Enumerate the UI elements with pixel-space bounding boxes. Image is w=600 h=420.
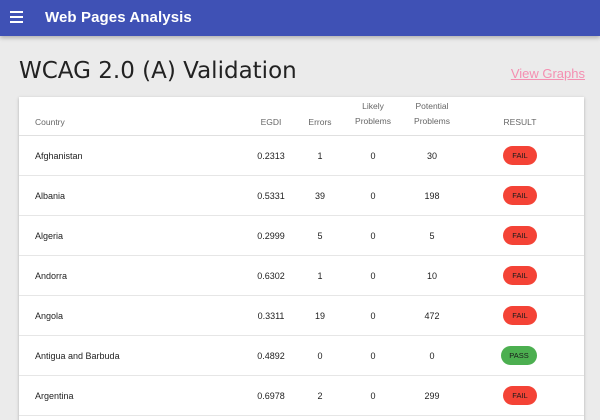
page-title: WCAG 2.0 (A) Validation xyxy=(19,58,297,84)
pass-badge[interactable]: PASS xyxy=(501,346,537,365)
cell-errors: 2 xyxy=(317,391,323,401)
cell-country: Andorra xyxy=(35,271,68,281)
table-row: Angola 0.3311 19 0 472 FAIL xyxy=(19,296,584,336)
cell-egdi: 0.4892 xyxy=(257,351,285,361)
cell-errors: 1 xyxy=(317,151,323,161)
results-table: Country EGDI Errors Likely Problems Pote… xyxy=(19,97,584,420)
cell-country: Algeria xyxy=(35,231,64,241)
table-row: Albania 0.5331 39 0 198 FAIL xyxy=(19,176,584,216)
cell-country: Argentina xyxy=(35,391,74,401)
cell-errors: 19 xyxy=(314,311,325,321)
cell-egdi: 0.6978 xyxy=(257,391,285,401)
header-likely-line1: Likely xyxy=(362,101,384,111)
cell-egdi: 0.2999 xyxy=(257,231,285,241)
header-likely-line2: Problems xyxy=(355,116,391,126)
fail-badge[interactable]: FAIL xyxy=(503,226,537,245)
cell-errors: 0 xyxy=(317,351,323,361)
cell-likely-problems: 0 xyxy=(370,231,376,241)
table-row: Afghanistan 0.2313 1 0 30 FAIL xyxy=(19,136,584,176)
cell-likely-problems: 0 xyxy=(370,311,376,321)
cell-potential-problems: 10 xyxy=(426,271,437,281)
header-likely-problems: Likely Problems xyxy=(348,99,398,129)
cell-egdi: 0.5331 xyxy=(257,191,285,201)
app-title: Web Pages Analysis xyxy=(45,9,192,26)
cell-country: Albania xyxy=(35,191,66,201)
cell-potential-problems: 299 xyxy=(424,391,440,401)
cell-likely-problems: 0 xyxy=(370,151,376,161)
cell-likely-problems: 0 xyxy=(370,351,376,361)
cell-potential-problems: 5 xyxy=(429,231,435,241)
hamburger-menu-icon[interactable] xyxy=(10,11,23,23)
cell-potential-problems: 198 xyxy=(424,191,440,201)
cell-egdi: 0.6302 xyxy=(257,271,285,281)
cell-potential-problems: 0 xyxy=(429,351,435,361)
table-row: Argentina 0.6978 2 0 299 FAIL xyxy=(19,376,584,416)
header-result: RESULT xyxy=(503,117,537,127)
table-row: Antigua and Barbuda 0.4892 0 0 0 PASS xyxy=(19,336,584,376)
cell-errors: 39 xyxy=(314,191,325,201)
fail-badge[interactable]: FAIL xyxy=(503,186,537,205)
cell-errors: 5 xyxy=(317,231,323,241)
cell-errors: 1 xyxy=(317,271,323,281)
header-country: Country xyxy=(35,117,65,127)
cell-egdi: 0.2313 xyxy=(257,151,285,161)
header-errors: Errors xyxy=(308,117,332,127)
cell-country: Angola xyxy=(35,311,64,321)
header-potential-line1: Potential xyxy=(415,101,449,111)
table-header: Country EGDI Errors Likely Problems Pote… xyxy=(19,97,584,136)
cell-likely-problems: 0 xyxy=(370,271,376,281)
app-bar: Web Pages Analysis xyxy=(0,0,600,36)
cell-potential-problems: 30 xyxy=(426,151,437,161)
fail-badge[interactable]: FAIL xyxy=(503,146,537,165)
header-potential-line2: Problems xyxy=(414,116,450,126)
cell-likely-problems: 0 xyxy=(370,191,376,201)
cell-country: Afghanistan xyxy=(35,151,83,161)
cell-likely-problems: 0 xyxy=(370,391,376,401)
fail-badge[interactable]: FAIL xyxy=(503,306,537,325)
cell-country: Antigua and Barbuda xyxy=(35,351,120,361)
header-potential-problems: Potential Problems xyxy=(405,99,459,129)
fail-badge[interactable]: FAIL xyxy=(503,386,537,405)
table-row: Algeria 0.2999 5 0 5 FAIL xyxy=(19,216,584,256)
fail-badge[interactable]: FAIL xyxy=(503,266,537,285)
cell-potential-problems: 472 xyxy=(424,311,440,321)
table-row: Andorra 0.6302 1 0 10 FAIL xyxy=(19,256,584,296)
header-egdi: EGDI xyxy=(260,117,282,127)
cell-egdi: 0.3311 xyxy=(257,311,285,321)
view-graphs-link[interactable]: View Graphs xyxy=(511,66,585,81)
